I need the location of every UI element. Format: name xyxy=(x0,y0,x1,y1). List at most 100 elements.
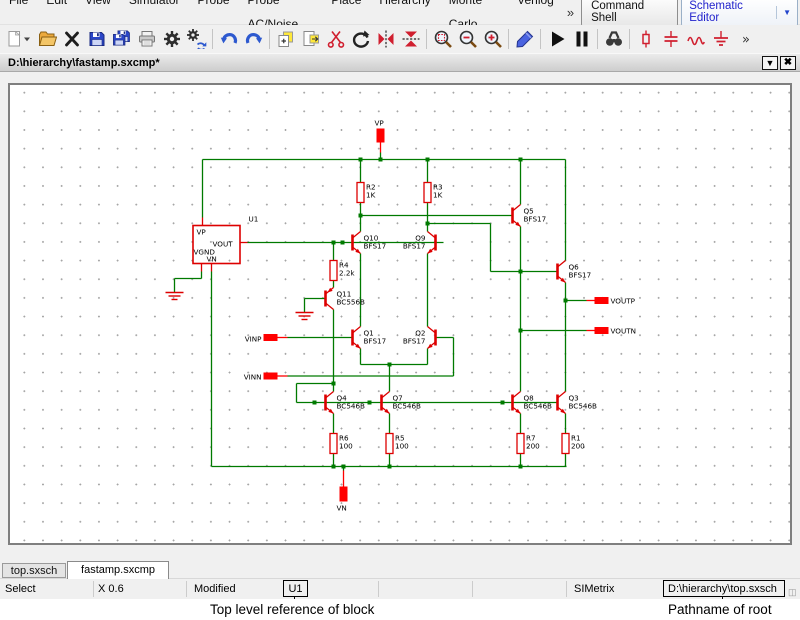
tab-fastamp-sxcmp[interactable]: fastamp.sxcmp xyxy=(67,561,169,579)
update-gear-icon[interactable] xyxy=(184,27,209,51)
transistor-value-label: BC546B xyxy=(393,402,422,411)
resistor-value-label: 200 xyxy=(571,442,585,451)
resistor-r6[interactable] xyxy=(330,434,337,454)
resistor-r1[interactable] xyxy=(562,434,569,454)
junction-dot xyxy=(313,401,317,405)
terminal-label: VINP xyxy=(245,335,262,344)
wire-pencil-icon[interactable] xyxy=(512,27,537,51)
junction-dot xyxy=(564,299,568,303)
place-capacitor-icon[interactable] xyxy=(658,27,683,51)
simetrix-app-window: FileEditViewSimulatorProbeProbe AC/Noise… xyxy=(0,0,800,620)
status-bar: Select X 0.6 Modified U1 SIMetrix D:\hie… xyxy=(0,578,800,599)
save-icon[interactable] xyxy=(84,27,109,51)
transistor-q2[interactable] xyxy=(428,327,436,349)
status-root-path: D:\hierarchy\top.sxsch xyxy=(668,583,777,595)
transistor-q1[interactable] xyxy=(353,327,361,349)
more-chevron-icon[interactable]: » xyxy=(733,27,758,51)
menu-bar: FileEditViewSimulatorProbeProbe AC/Noise… xyxy=(0,0,800,25)
junction-dot xyxy=(519,158,523,162)
editor-mode-select[interactable]: Schematic Editor ▼ xyxy=(681,0,798,27)
status-zoom-level: X 0.6 xyxy=(98,582,124,597)
resistor-r5[interactable] xyxy=(386,434,393,454)
transistor-q11[interactable] xyxy=(326,288,334,310)
terminal-vn[interactable] xyxy=(340,487,348,502)
window-close-button[interactable]: ✖ xyxy=(780,56,796,70)
junction-dot xyxy=(342,465,346,469)
block-ref-label: U1 xyxy=(249,215,259,224)
window-restore-button[interactable]: ▼ xyxy=(762,56,778,70)
schematic-canvas[interactable]: Q10BFS17Q9BFS17Q5BFS17Q6BFS17Q1BFS17Q2BF… xyxy=(8,83,792,545)
save-all-icon[interactable] xyxy=(109,27,134,51)
zoom-area-icon[interactable] xyxy=(430,27,455,51)
print-icon[interactable] xyxy=(134,27,159,51)
terminal-vinp[interactable] xyxy=(264,334,278,341)
junction-dot xyxy=(519,465,523,469)
pause-icon[interactable] xyxy=(569,27,594,51)
resistor-value-label: 100 xyxy=(395,442,409,451)
terminal-vp[interactable] xyxy=(377,129,385,143)
terminal-label: VINN xyxy=(244,373,262,382)
editor-mode-label: Schematic Editor xyxy=(682,0,776,26)
transistor-value-label: BFS17 xyxy=(364,337,387,346)
zoom-in-icon[interactable] xyxy=(480,27,505,51)
tab-top-sxsch[interactable]: top.sxsch xyxy=(2,563,66,578)
resistor-value-label: 1K xyxy=(366,191,376,200)
transistor-q3[interactable] xyxy=(558,392,566,414)
place-inductor-icon[interactable] xyxy=(683,27,708,51)
new-document-icon[interactable] xyxy=(2,27,34,51)
resistor-r3[interactable] xyxy=(424,183,431,203)
resistor-value-label: 1K xyxy=(433,191,443,200)
copy-icon[interactable] xyxy=(273,27,298,51)
annotation-strip: Top level reference of block Pathname of… xyxy=(0,599,800,620)
terminal-voutn[interactable] xyxy=(595,327,609,334)
resistor-r4[interactable] xyxy=(330,261,337,281)
settings-gear-icon[interactable] xyxy=(159,27,184,51)
schematic-canvas-area: Q10BFS17Q9BFS17Q5BFS17Q6BFS17Q1BFS17Q2BF… xyxy=(0,72,800,561)
undo-icon[interactable] xyxy=(216,27,241,51)
redo-icon[interactable] xyxy=(241,27,266,51)
resistor-value-label: 100 xyxy=(339,442,353,451)
status-mode: Select xyxy=(5,582,36,597)
rotate-icon[interactable] xyxy=(348,27,373,51)
terminal-voutp[interactable] xyxy=(595,297,609,304)
toolbar: » xyxy=(0,25,800,53)
junction-dot xyxy=(332,382,336,386)
close-icon[interactable] xyxy=(59,27,84,51)
junction-dot xyxy=(388,363,392,367)
junction-dot xyxy=(426,158,430,162)
status-block-reference-box: U1 xyxy=(283,580,308,597)
status-app-name: SIMetrix xyxy=(574,582,614,597)
transistor-q5[interactable] xyxy=(513,205,521,227)
transistor-value-label: BC546B xyxy=(524,402,553,411)
paste-icon[interactable] xyxy=(298,27,323,51)
run-icon[interactable] xyxy=(544,27,569,51)
place-resistor-icon[interactable] xyxy=(633,27,658,51)
open-folder-icon[interactable] xyxy=(34,27,59,51)
terminal-label: VP xyxy=(375,119,385,128)
schematic-drawing[interactable]: Q10BFS17Q9BFS17Q5BFS17Q6BFS17Q1BFS17Q2BF… xyxy=(10,85,790,543)
cut-icon[interactable] xyxy=(323,27,348,51)
resistor-r2[interactable] xyxy=(357,183,364,203)
terminal-vinn[interactable] xyxy=(264,373,278,380)
block-pin-label: VP xyxy=(197,228,207,237)
transistor-value-label: BC546B xyxy=(337,402,366,411)
junction-dot xyxy=(388,465,392,469)
resize-grip[interactable]: ◫ xyxy=(788,587,798,597)
transistor-q6[interactable] xyxy=(558,261,566,283)
junction-dot xyxy=(426,222,430,226)
junction-dot xyxy=(332,465,336,469)
toolbar-separator xyxy=(597,29,598,49)
transistor-value-label: BC546B xyxy=(569,402,598,411)
resistor-value-label: 200 xyxy=(526,442,540,451)
menu-overflow-chevron[interactable]: » xyxy=(563,5,578,20)
resistor-r7[interactable] xyxy=(517,434,524,454)
flip-horizontal-icon[interactable] xyxy=(373,27,398,51)
chevron-down-icon[interactable]: ▼ xyxy=(776,6,797,19)
flip-vertical-icon[interactable] xyxy=(398,27,423,51)
status-root-path-box: D:\hierarchy\top.sxsch xyxy=(663,580,785,597)
command-shell-button[interactable]: Command Shell xyxy=(581,0,678,27)
document-title-bar[interactable]: D:\hierarchy\fastamp.sxcmp* ▼ ✖ xyxy=(0,53,800,72)
zoom-out-icon[interactable] xyxy=(455,27,480,51)
find-icon[interactable] xyxy=(601,27,626,51)
place-ground-icon[interactable] xyxy=(708,27,733,51)
